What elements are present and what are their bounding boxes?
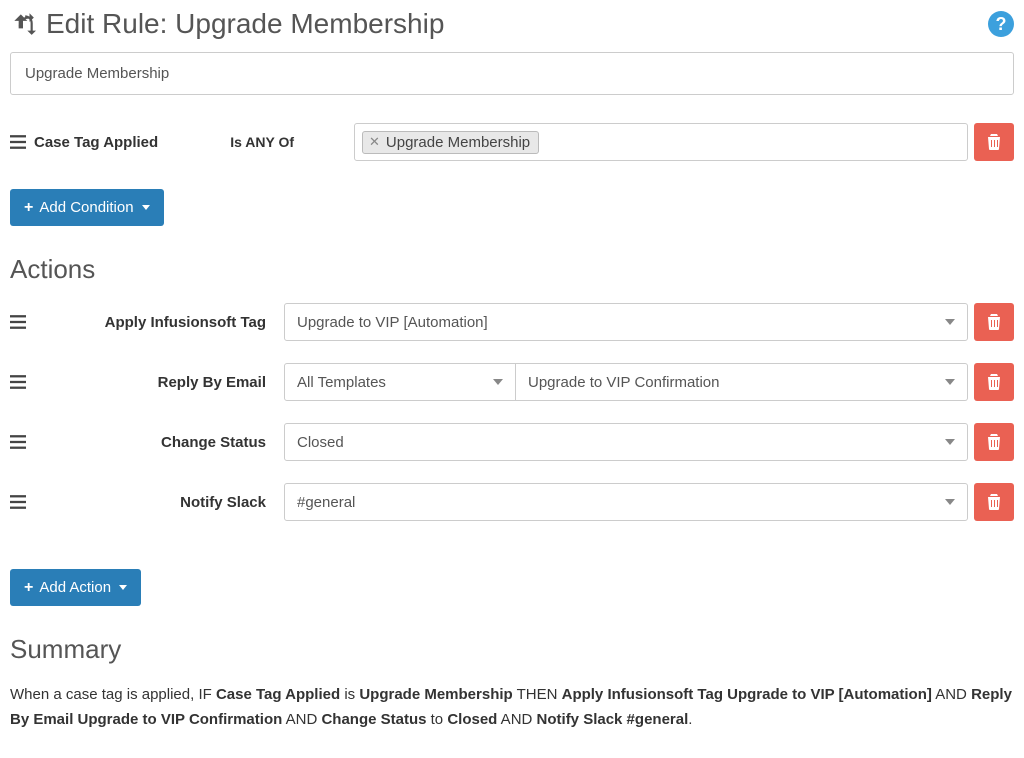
delete-condition-button[interactable] [974,123,1014,161]
add-action-label: Add Action [39,579,111,596]
action-value-select[interactable]: Upgrade to VIP [Automation] [284,303,968,341]
chevron-down-icon [945,499,955,505]
trash-icon [987,314,1001,330]
add-condition-label: Add Condition [39,199,133,216]
drag-handle-icon[interactable] [10,375,36,389]
page-header: Edit Rule: Upgrade Membership ? [10,8,1014,40]
action-category-select[interactable]: All Templates [284,363,516,401]
plus-icon: + [24,580,33,596]
condition-row: Case Tag Applied Is ANY Of ✕ Upgrade Mem… [10,123,1014,161]
select-value: All Templates [297,374,386,391]
chevron-down-icon [945,319,955,325]
select-value: Upgrade to VIP Confirmation [528,374,720,391]
rule-name-input[interactable] [10,52,1014,95]
action-label: Change Status [161,434,266,451]
summary-text: When a case tag is applied, IF Case Tag … [10,683,1014,733]
remove-tag-icon[interactable]: ✕ [367,134,382,150]
tag-chip-label: Upgrade Membership [386,134,530,151]
condition-tag-input[interactable]: ✕ Upgrade Membership [354,123,968,161]
caret-down-icon [119,585,127,590]
tag-chip: ✕ Upgrade Membership [362,131,539,154]
action-value-select[interactable]: Upgrade to VIP Confirmation [516,363,968,401]
action-label: Notify Slack [180,494,266,511]
action-label: Apply Infusionsoft Tag [105,314,266,331]
trash-icon [987,434,1001,450]
select-value: Closed [297,434,344,451]
trash-icon [987,494,1001,510]
trash-icon [987,374,1001,390]
action-row: Notify Slack #general [10,483,1014,521]
action-row: Reply By Email All Templates Upgrade to … [10,363,1014,401]
select-value: Upgrade to VIP [Automation] [297,314,488,331]
action-row: Apply Infusionsoft Tag Upgrade to VIP [A… [10,303,1014,341]
delete-action-button[interactable] [974,423,1014,461]
condition-operator-label: Is ANY Of [230,134,294,150]
share-icon [10,10,36,39]
action-row: Change Status Closed [10,423,1014,461]
page-title: Edit Rule: Upgrade Membership [46,8,444,40]
condition-field-label: Case Tag Applied [34,134,158,151]
drag-handle-icon[interactable] [10,495,36,509]
chevron-down-icon [945,439,955,445]
delete-action-button[interactable] [974,363,1014,401]
summary-heading: Summary [10,634,1014,665]
actions-heading: Actions [10,254,1014,285]
add-condition-button[interactable]: + Add Condition [10,189,164,226]
plus-icon: + [24,200,33,216]
action-label: Reply By Email [158,374,266,391]
action-value-select[interactable]: Closed [284,423,968,461]
caret-down-icon [142,205,150,210]
action-value-select[interactable]: #general [284,483,968,521]
chevron-down-icon [945,379,955,385]
select-value: #general [297,494,355,511]
help-icon[interactable]: ? [988,11,1014,37]
delete-action-button[interactable] [974,483,1014,521]
drag-handle-icon[interactable] [10,435,36,449]
delete-action-button[interactable] [974,303,1014,341]
drag-handle-icon[interactable] [10,315,36,329]
add-action-button[interactable]: + Add Action [10,569,141,606]
chevron-down-icon [493,379,503,385]
trash-icon [987,134,1001,150]
drag-handle-icon[interactable] [10,135,34,149]
